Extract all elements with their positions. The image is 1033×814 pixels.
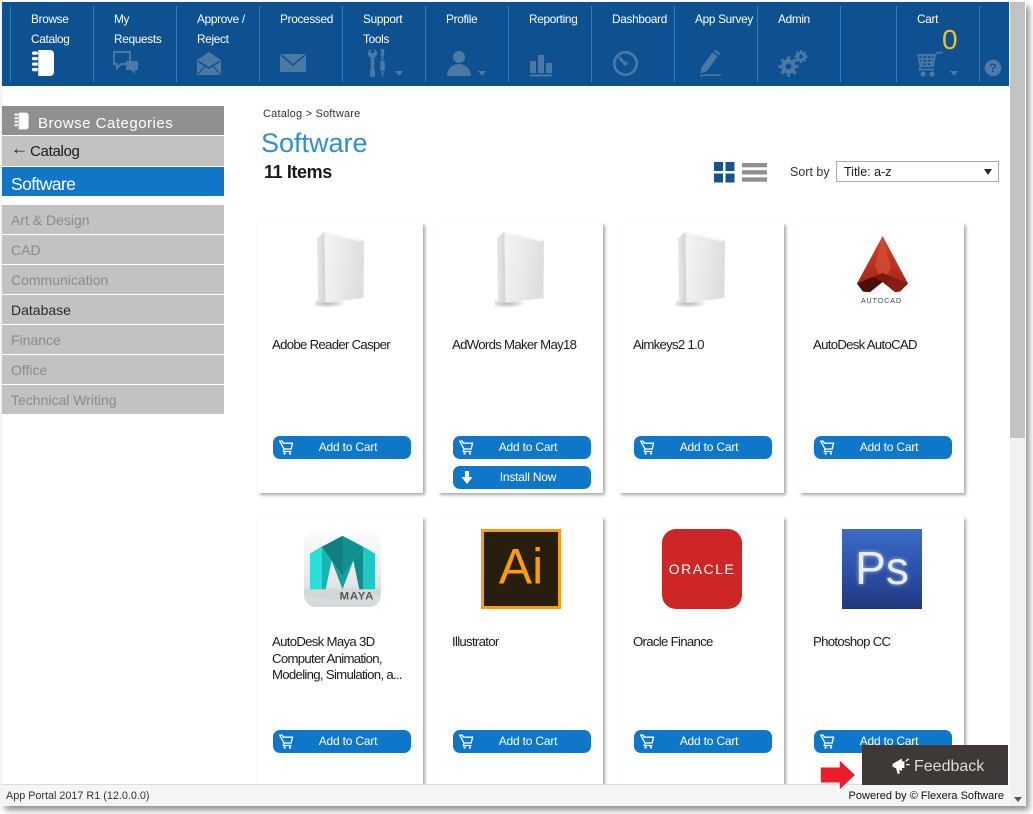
svg-text:?: ? bbox=[989, 61, 996, 75]
svg-text:MAYA: MAYA bbox=[340, 591, 374, 603]
